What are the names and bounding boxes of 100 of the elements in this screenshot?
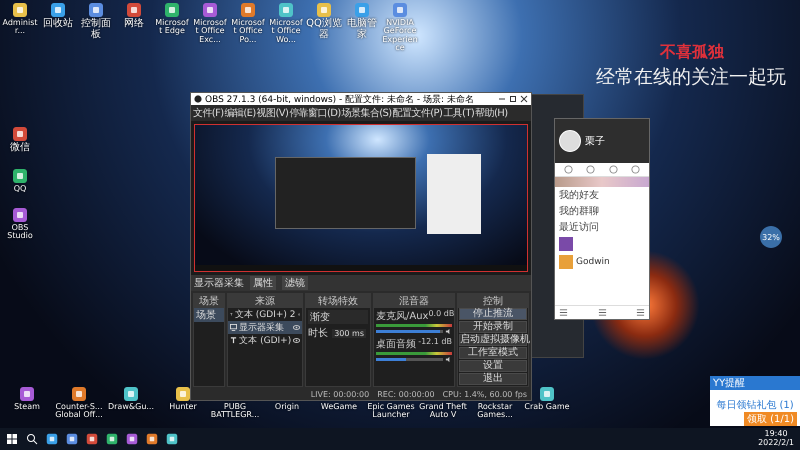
shortcut-label: 控制面板	[80, 19, 112, 40]
windows-start-icon[interactable]	[6, 433, 18, 445]
channel-name: 桌面音频	[376, 338, 416, 351]
channel-reading: 0.0 dB	[428, 309, 454, 320]
toolbar-icon[interactable]	[636, 308, 645, 317]
control-button[interactable]: 工作室模式	[459, 347, 527, 359]
shortcut-label: Microsoft Office Exc...	[192, 19, 228, 44]
shortcut-label: Counter-S... Global Off...	[54, 403, 104, 419]
tab-icon[interactable]	[564, 165, 573, 174]
maximize-icon[interactable]	[509, 95, 517, 103]
notification-app: YY提醒	[710, 376, 800, 390]
desktop-shortcut-icon[interactable]	[12, 168, 28, 184]
close-icon[interactable]	[520, 95, 528, 103]
desktop-shortcut-icon[interactable]	[164, 2, 180, 18]
group-item[interactable]: 我的好友	[555, 187, 649, 203]
volume-slider[interactable]	[376, 358, 443, 361]
shortcut-label: QQ	[14, 184, 26, 193]
shortcut-label: Epic Games Launcher	[366, 403, 416, 419]
taskbar-app-icon[interactable]	[106, 433, 118, 445]
menu-item[interactable]: 停靠窗口(D)	[289, 106, 341, 120]
taskbar-app-icon[interactable]	[86, 433, 98, 445]
desktop-shortcut-icon[interactable]	[12, 2, 28, 18]
shortcut-label: 回收站	[43, 19, 73, 30]
shortcut-label: PUBG BATTLEGR...	[210, 403, 260, 419]
control-button[interactable]: 开始录制	[459, 321, 527, 333]
eye-icon[interactable]	[293, 338, 300, 343]
desktop-shortcut-icon[interactable]	[123, 386, 139, 402]
desktop-shortcut-icon[interactable]	[12, 206, 28, 223]
source-item[interactable]: 文本 (GDI+) 2	[228, 308, 302, 321]
status-text: REC: 00:00:00	[377, 390, 435, 399]
duration-field[interactable]: 300 ms	[332, 328, 366, 338]
search-icon[interactable]	[26, 433, 38, 445]
thumbnail	[559, 237, 573, 251]
panel-title: 场景	[194, 294, 224, 308]
desktop-shortcut-icon[interactable]	[126, 2, 142, 18]
text-source-icon	[230, 337, 238, 344]
panel-title: 来源	[228, 294, 302, 308]
taskbar-app-icon[interactable]	[126, 433, 138, 445]
duration-label: 时长	[308, 326, 328, 340]
tab-icon[interactable]	[586, 165, 596, 174]
toolbar-button[interactable]: 滤镜	[282, 276, 308, 290]
menu-item[interactable]: 编辑(E)	[224, 106, 256, 120]
shortcut-label: 网络	[124, 19, 144, 30]
menu-item[interactable]: 配置文件(P)	[392, 106, 442, 120]
eye-icon[interactable]	[293, 325, 300, 330]
taskbar-app-icon[interactable]	[66, 433, 78, 445]
source-item[interactable]: 显示器采集	[228, 321, 302, 334]
shortcut-label: 微信	[10, 143, 30, 154]
menu-item[interactable]: 工具(T)	[443, 106, 474, 120]
desktop-shortcut-icon[interactable]	[202, 2, 218, 18]
source-name: 显示器采集	[239, 322, 286, 334]
desktop-shortcut-icon[interactable]	[175, 386, 191, 402]
scene-item[interactable]: 场景	[194, 308, 224, 322]
desktop-shortcut-icon[interactable]	[12, 126, 28, 142]
app-logo-icon	[194, 95, 202, 103]
desktop-shortcut-icon[interactable]	[50, 2, 66, 18]
channel-name: 麦克风/Aux	[376, 310, 428, 323]
tab-icon[interactable]	[608, 165, 618, 174]
shortcut-label: Origin	[274, 403, 300, 411]
toolbar-button[interactable]: 属性	[250, 276, 276, 290]
group-item[interactable]: 我的群聊	[555, 203, 649, 219]
menu-item[interactable]: 场景集合(S)	[342, 106, 392, 120]
clock[interactable]: 19:40 2022/2/1	[758, 430, 794, 448]
shortcut-label: Administr...	[2, 19, 38, 36]
control-button[interactable]: 停止推流	[459, 308, 527, 320]
shortcut-label: Microsoft Office Wo...	[268, 19, 304, 44]
toolbar-icon[interactable]	[559, 308, 568, 317]
taskbar-app-icon[interactable]	[166, 433, 178, 445]
shortcut-label: Microsoft Edge	[154, 19, 190, 36]
selected-source-label: 显示器采集	[194, 276, 244, 290]
shortcut-label: Draw&Gu...	[108, 403, 154, 411]
control-button[interactable]: 退出	[459, 373, 527, 385]
desktop-shortcut-icon[interactable]	[19, 386, 35, 402]
menu-item[interactable]: 文件(F)	[193, 106, 224, 120]
taskbar-app-icon[interactable]	[46, 433, 58, 445]
usage-widget: 32%	[760, 226, 782, 248]
taskbar-app-icon[interactable]	[146, 433, 158, 445]
desktop-shortcut-icon[interactable]	[240, 2, 256, 18]
avatar	[559, 130, 581, 152]
desktop-shortcut-icon[interactable]	[539, 386, 555, 402]
status-text: CPU: 1.4%, 60.00 fps	[442, 390, 527, 399]
window-title: OBS 27.1.3 (64-bit, windows) - 配置文件: 未命名 - 场景: 未命名	[205, 94, 475, 106]
tab-icon[interactable]	[631, 165, 640, 174]
source-name: 文本 (GDI+) 2	[234, 308, 296, 321]
panel-title: 转场特效	[306, 294, 370, 308]
panel-title: 混音器	[374, 294, 454, 308]
menu-item[interactable]: 视图(V)	[256, 106, 288, 120]
source-item[interactable]: 文本 (GDI+)	[228, 334, 302, 347]
desktop-shortcut-icon[interactable]	[88, 2, 104, 18]
menu-item[interactable]: 帮助(H)	[475, 106, 508, 120]
contact-name[interactable]: Godwin	[576, 257, 610, 267]
shortcut-label: OBS Studio	[6, 224, 34, 241]
shortcut-label: QQ浏览器	[306, 19, 342, 40]
shortcut-label: Grand Theft Auto V	[418, 403, 468, 419]
desktop-shortcut-icon[interactable]	[71, 386, 87, 402]
transition-dropdown[interactable]: 渐变	[308, 310, 368, 324]
channel-reading: -12.1 dB	[418, 337, 452, 348]
toolbar-icon[interactable]	[598, 308, 606, 317]
group-item[interactable]: 最近访问	[555, 219, 649, 235]
control-button[interactable]: 设置	[459, 360, 527, 372]
